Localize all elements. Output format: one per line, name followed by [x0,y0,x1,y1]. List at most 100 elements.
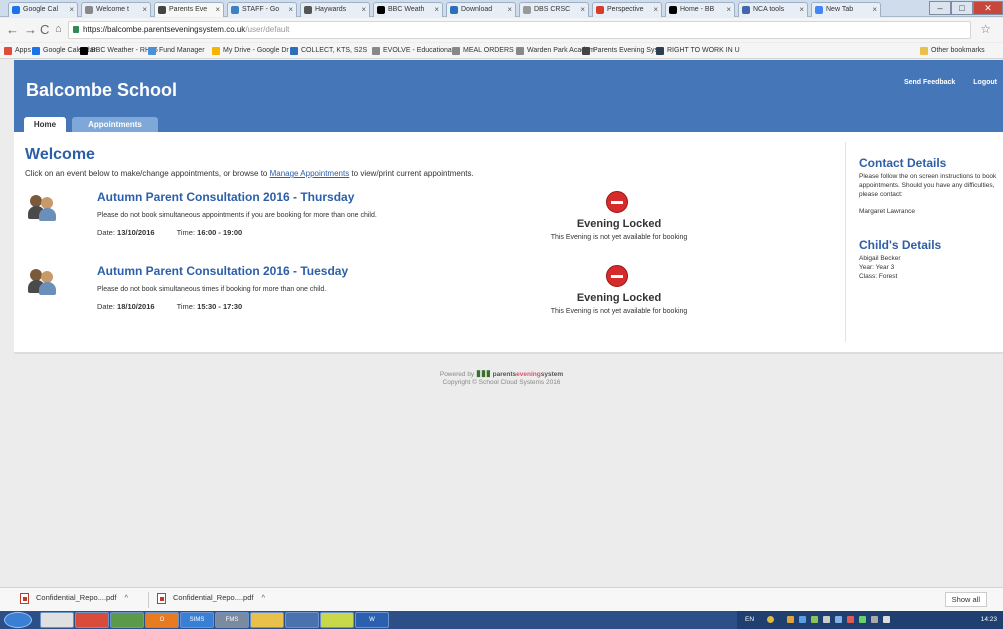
taskbar-app-button[interactable]: FMS [215,612,249,628]
event-title[interactable]: Autumn Parent Consultation 2016 - Thursd… [97,190,354,204]
language-indicator[interactable]: EN [745,616,754,623]
taskbar-app-button[interactable] [250,612,284,628]
bookmark-item[interactable]: MEAL ORDERS [452,43,514,58]
tray-app-icon[interactable] [835,616,842,623]
volume-icon[interactable] [883,616,890,623]
tray-app-icon[interactable] [859,616,866,623]
bookmark-favicon-icon [148,47,156,55]
taskbar-app-button[interactable] [75,612,109,628]
bookmarks-bar: Apps Google Calendar BBC Weather - RH16 Fun… [0,43,1003,59]
tray-app-icon[interactable] [823,616,830,623]
close-tab-icon[interactable]: × [69,3,74,17]
taskbar-app-button[interactable]: O [145,612,179,628]
bookmark-star-icon[interactable]: ☆ [980,22,991,36]
clock[interactable]: 14:23 [981,616,997,623]
network-icon[interactable] [871,616,878,623]
close-tab-icon[interactable]: × [580,3,585,17]
event-date: 13/10/2016 [117,228,155,237]
close-tab-icon[interactable]: × [215,3,220,17]
taskbar-app-button[interactable]: W [355,612,389,628]
help-icon[interactable] [767,616,774,623]
browser-tab[interactable]: NCA tools × [738,2,808,17]
close-tab-icon[interactable]: × [872,3,877,17]
event-time: 15:30 - 17:30 [197,302,243,311]
folder-icon [920,47,928,55]
tray-app-icon[interactable] [787,616,794,623]
bookmark-favicon-icon [516,47,524,55]
close-tab-icon[interactable]: × [726,3,731,17]
close-tab-icon[interactable]: × [288,3,293,17]
tray-app-icon[interactable] [799,616,806,623]
status-title: Evening Locked [576,292,662,304]
browser-tab[interactable]: STAFF - Go × [227,2,297,17]
browser-tab[interactable]: Download × [446,2,516,17]
bookmark-other-label: Other bookmarks [931,47,985,54]
pdf-icon [20,593,29,604]
show-all-button[interactable]: Show all [944,592,987,607]
taskbar-app-button[interactable] [320,612,354,628]
favicon-icon [377,6,385,14]
manage-appointments-link[interactable]: Manage Appointments [270,169,350,178]
event-item[interactable]: Autumn Parent Consultation 2016 - Tuesda… [14,264,834,336]
taskbar-app-button[interactable] [40,612,74,628]
bookmark-item[interactable]: Fund Manager [148,43,205,58]
tab-appointments[interactable]: Appointments [72,117,158,132]
close-tab-icon[interactable]: × [507,3,512,17]
browser-tab[interactable]: Parents Eve × [154,2,224,17]
tray-app-icon[interactable] [847,616,854,623]
browser-tab[interactable]: Welcome t × [81,2,151,17]
forward-icon[interactable]: → [24,22,37,37]
chevron-up-icon[interactable]: ^ [124,593,128,602]
bookmark-other[interactable]: Other bookmarks [920,43,985,58]
browser-tab[interactable]: Perspective × [592,2,662,17]
favicon-icon [85,6,93,14]
reload-icon[interactable]: C [40,22,49,37]
download-item[interactable]: Confidential_Repo....pdf ^ [157,593,265,604]
close-tab-icon[interactable]: × [799,3,804,17]
home-icon[interactable]: ⌂ [55,23,62,35]
start-button[interactable] [4,612,32,628]
taskbar-app-button[interactable] [110,612,144,628]
bookmark-item[interactable]: Parents Evening Syste [582,43,664,58]
close-tab-icon[interactable]: × [142,3,147,17]
browser-tab[interactable]: New Tab × [811,2,881,17]
event-item[interactable]: Autumn Parent Consultation 2016 - Thursd… [14,190,834,262]
event-title[interactable]: Autumn Parent Consultation 2016 - Tuesda… [97,264,348,278]
taskbar-app-button[interactable]: SIMS [180,612,214,628]
close-window-button[interactable]: ✕ [973,1,1003,15]
bookmark-item[interactable]: COLLECT, KTS, S2S [290,43,367,58]
url-input[interactable]: https://balcombe.parentseveningsystem.co… [68,21,971,39]
browser-tab[interactable]: BBC Weath × [373,2,443,17]
bookmark-label: Fund Manager [159,47,205,54]
chevron-up-icon[interactable]: ^ [261,593,265,602]
maximize-button[interactable]: □ [951,1,973,15]
copyright-text: Copyright © School Cloud Systems 2016 [442,379,561,386]
close-tab-icon[interactable]: × [434,3,439,17]
bookmark-label: Parents Evening Syste [593,47,664,54]
close-tab-icon[interactable]: × [361,3,366,17]
download-item[interactable]: Confidential_Repo....pdf ^ [20,593,128,604]
browser-tab[interactable]: DBS CRSC × [519,2,589,17]
child-name: Abigail Becker [859,255,901,262]
minimize-button[interactable]: – [929,1,951,15]
bookmark-item[interactable]: BBC Weather - RH16 [80,43,158,58]
browser-tab-label: Home - BB [680,6,715,13]
tab-home[interactable]: Home [24,117,66,132]
bookmark-item[interactable]: Apps [4,43,31,58]
bookmark-item[interactable]: EVOLVE - Educationa [372,43,452,58]
status-subtitle: This Evening is not yet available for bo… [550,234,688,241]
taskbar-app-button[interactable] [285,612,319,628]
browser-tab[interactable]: Haywards × [300,2,370,17]
bookmark-item[interactable]: RIGHT TO WORK IN U [656,43,740,58]
status-subtitle: This Evening is not yet available for bo… [550,308,688,315]
logout-link[interactable]: Logout [973,79,997,86]
send-feedback-link[interactable]: Send Feedback [904,79,955,86]
close-tab-icon[interactable]: × [653,3,658,17]
browser-tab[interactable]: Google Cal × [8,2,78,17]
favicon-icon [450,6,458,14]
favicon-icon [231,6,239,14]
browser-tab[interactable]: Home - BB × [665,2,735,17]
tray-app-icon[interactable] [811,616,818,623]
back-icon[interactable]: ← [6,22,19,37]
bookmark-item[interactable]: My Drive - Google Dr [212,43,289,58]
